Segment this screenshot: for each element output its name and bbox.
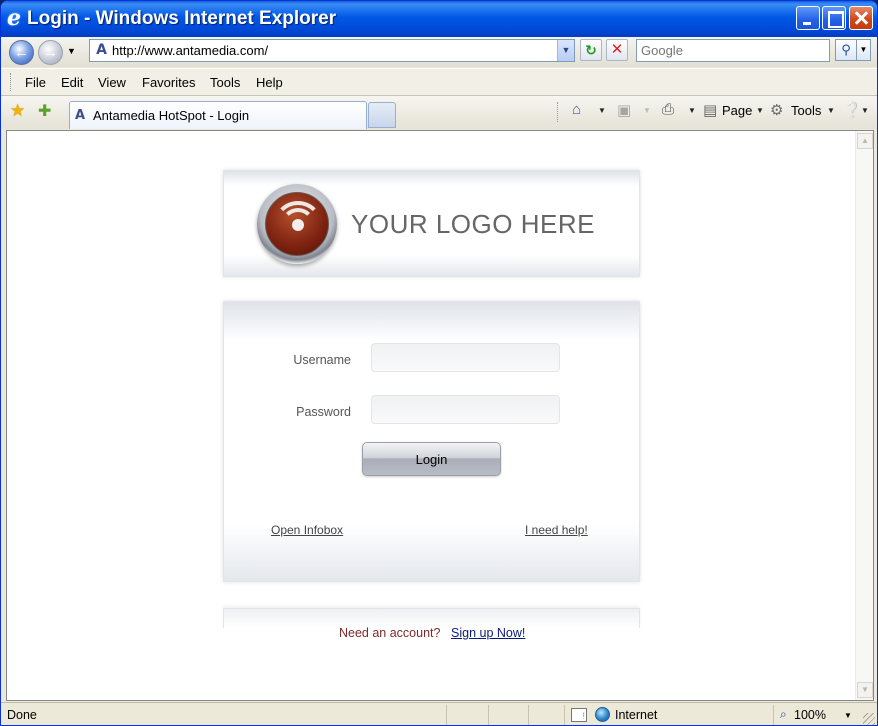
protected-mode-icon[interactable]: ! — [571, 708, 587, 722]
tab-bar: ★ ✚ A Antamedia HotSpot - Login ⌂ ▼ ▣ ▼ … — [1, 96, 877, 129]
signup-panel — [223, 608, 640, 628]
tab-antamedia-login[interactable]: A Antamedia HotSpot - Login — [69, 101, 367, 129]
zoom-dropdown-caret[interactable]: ▼ — [844, 711, 852, 720]
refresh-button[interactable]: ↻ — [580, 39, 602, 61]
gear-icon: ⚙ — [770, 102, 784, 119]
maximize-button[interactable] — [822, 6, 846, 30]
address-dropdown-button[interactable]: ▼ — [557, 40, 574, 61]
browser-window: e Login - Windows Internet Explorer ← → … — [0, 0, 878, 726]
forward-button[interactable]: → — [38, 40, 63, 65]
search-input[interactable] — [641, 43, 827, 58]
print-icon[interactable]: ⎙ — [662, 101, 674, 118]
window-title: Login - Windows Internet Explorer — [27, 8, 337, 29]
search-button[interactable]: ⚲ — [835, 39, 857, 61]
minimize-button[interactable] — [796, 6, 820, 30]
feeds-icon[interactable]: ▣ — [617, 101, 631, 119]
address-bar[interactable]: A http://www.antamedia.com/ ▼ — [89, 39, 575, 62]
status-bar: Done ! Internet ⌕ 100% ▼ — [1, 702, 877, 725]
close-button[interactable] — [849, 6, 873, 30]
wifi-logo-icon — [257, 184, 337, 264]
tools-menu-button[interactable]: Tools — [791, 103, 821, 118]
ie-logo-icon: e — [7, 5, 21, 31]
logo-panel: YOUR LOGO HERE — [223, 170, 640, 277]
logo-core — [265, 192, 329, 256]
navigation-bar: ← → ▼ A http://www.antamedia.com/ ▼ ↻ ✕ … — [1, 37, 877, 67]
recent-pages-dropdown[interactable]: ▼ — [67, 46, 76, 56]
search-box[interactable] — [636, 39, 830, 62]
print-dropdown-caret[interactable]: ▼ — [688, 106, 696, 115]
zoom-level[interactable]: 100% — [794, 708, 826, 722]
scroll-up-button[interactable]: ▲ — [857, 133, 873, 149]
home-icon[interactable]: ⌂ — [572, 101, 581, 118]
menu-tools[interactable]: Tools — [210, 75, 240, 90]
forward-arrow-icon: → — [43, 44, 58, 61]
sign-up-link[interactable]: Sign up Now! — [451, 626, 525, 640]
page-viewport: YOUR LOGO HERE Username Password Login O… — [6, 130, 874, 701]
logo-text: YOUR LOGO HERE — [351, 209, 595, 239]
status-divider — [488, 705, 489, 725]
menu-file[interactable]: File — [25, 75, 46, 90]
need-account-text: Need an account? — [339, 626, 441, 640]
security-zone[interactable]: Internet — [615, 708, 657, 722]
open-infobox-link[interactable]: Open Infobox — [271, 523, 343, 537]
menu-bar: File Edit View Favorites Tools Help — [1, 68, 877, 96]
status-divider — [564, 705, 565, 725]
need-help-link[interactable]: I need help! — [525, 523, 588, 537]
vertical-scrollbar[interactable]: ▲ ▼ — [855, 131, 873, 700]
refresh-icon: ↻ — [585, 42, 597, 58]
zoom-icon: ⌕ — [780, 707, 787, 721]
globe-icon — [595, 707, 610, 722]
menu-edit[interactable]: Edit — [61, 75, 83, 90]
username-input[interactable] — [371, 343, 560, 372]
menu-view[interactable]: View — [98, 75, 126, 90]
toolbar-grip[interactable] — [10, 73, 12, 91]
stop-button[interactable]: ✕ — [606, 39, 628, 61]
stop-icon: ✕ — [610, 41, 624, 58]
home-dropdown-caret[interactable]: ▼ — [598, 106, 606, 115]
toolbar-grip[interactable] — [557, 102, 558, 122]
username-label: Username — [293, 353, 351, 367]
resize-grip[interactable] — [863, 713, 875, 725]
status-text: Done — [7, 708, 37, 722]
add-favorite-icon[interactable]: ✚ — [38, 101, 51, 121]
site-favicon-icon: A — [96, 42, 107, 58]
site-favicon-icon: A — [75, 108, 86, 123]
status-divider — [528, 705, 529, 725]
favorites-center-icon[interactable]: ★ — [10, 101, 25, 121]
login-button[interactable]: Login — [362, 442, 501, 476]
search-options-dropdown[interactable]: ▼ — [857, 39, 871, 61]
address-url[interactable]: http://www.antamedia.com/ — [112, 43, 268, 58]
page-dropdown-caret[interactable]: ▼ — [756, 106, 764, 115]
title-bar: e Login - Windows Internet Explorer — [1, 1, 877, 37]
tools-dropdown-caret[interactable]: ▼ — [827, 106, 835, 115]
back-arrow-icon: ← — [14, 44, 29, 61]
back-button[interactable]: ← — [9, 40, 34, 65]
logo-dot — [292, 219, 304, 231]
tab-label: Antamedia HotSpot - Login — [93, 108, 250, 123]
new-tab-button[interactable] — [368, 102, 396, 128]
help-dropdown-caret[interactable]: ▼ — [861, 106, 869, 115]
password-input[interactable] — [371, 395, 560, 424]
menu-favorites[interactable]: Favorites — [142, 75, 195, 90]
status-divider — [773, 705, 774, 725]
page-menu-button[interactable]: Page — [722, 103, 752, 118]
password-label: Password — [296, 405, 351, 419]
status-divider — [446, 705, 447, 725]
help-icon[interactable]: ❔ — [843, 101, 862, 119]
menu-help[interactable]: Help — [256, 75, 283, 90]
feeds-dropdown-caret[interactable]: ▼ — [643, 106, 651, 115]
login-panel: Username Password Login Open Infobox I n… — [223, 301, 640, 582]
search-icon: ⚲ — [841, 42, 851, 57]
page-icon: ▤ — [703, 102, 718, 119]
scroll-down-button[interactable]: ▼ — [857, 682, 873, 698]
